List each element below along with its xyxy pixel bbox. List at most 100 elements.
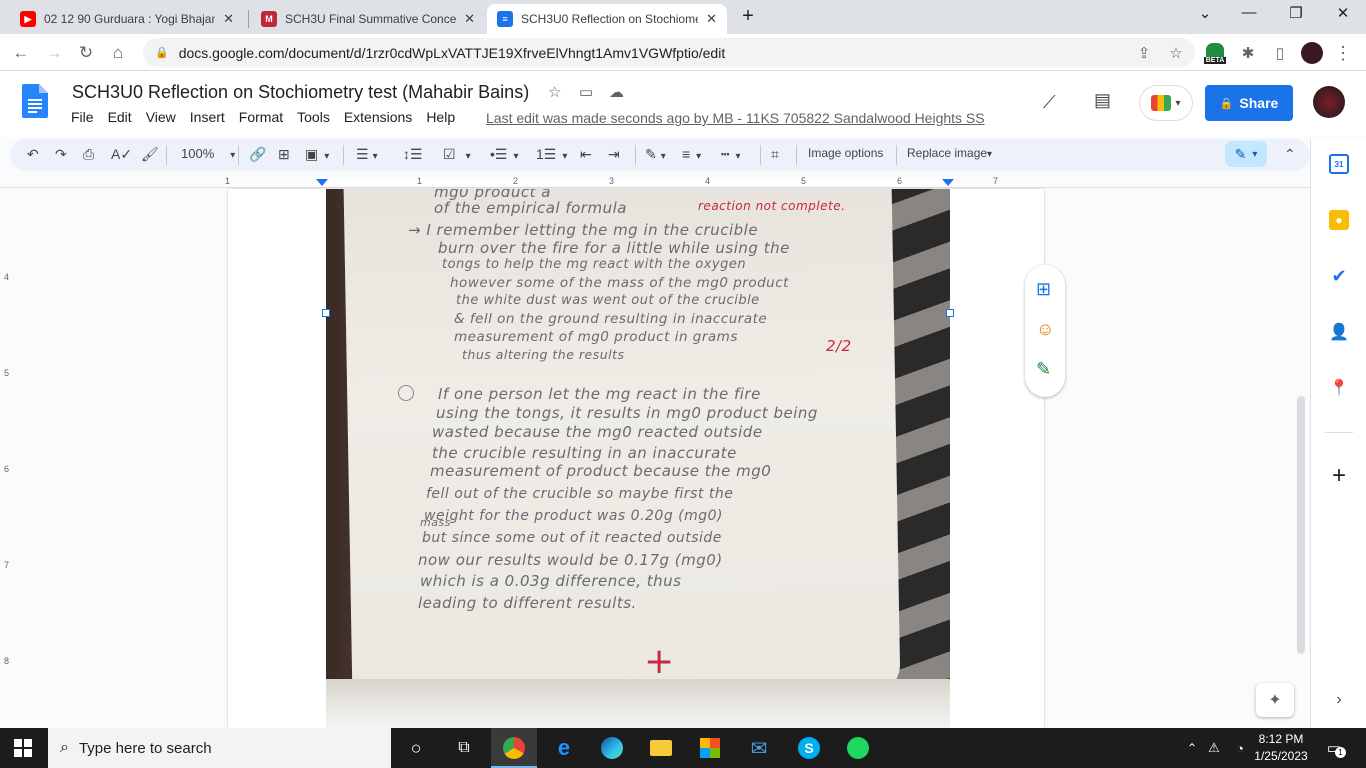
image-options-button[interactable]: Image options [808, 146, 883, 160]
taskbar-chrome-active[interactable] [491, 728, 537, 768]
spotify-icon[interactable] [844, 734, 872, 762]
menu-file[interactable]: File [71, 109, 94, 125]
last-edit-link[interactable]: Last edit was made seconds ago by MB - 1… [486, 110, 985, 126]
align-icon[interactable]: ☰ ▾ [356, 146, 378, 163]
add-comment-icon[interactable]: ⊞ [1036, 279, 1051, 300]
restore-icon[interactable]: ❐ [1281, 4, 1311, 22]
skype-icon[interactable]: S [795, 734, 823, 762]
tab-docs-active[interactable]: ≡ SCH3U0 Reflection on Stochiome ✕ [487, 4, 727, 34]
menu-insert[interactable]: Insert [190, 109, 225, 125]
tab-search-icon[interactable]: ⌄ [1190, 4, 1220, 22]
bulleted-list-icon[interactable]: •☰ ▾ [490, 146, 518, 163]
border-weight-icon[interactable]: ≡ ▾ [682, 146, 701, 162]
menu-tools[interactable]: Tools [297, 109, 330, 125]
increase-indent-icon[interactable]: ⇥ [608, 146, 620, 163]
zoom-select[interactable]: 100% ▾ [181, 146, 235, 161]
cloud-status-icon[interactable]: ☁ [609, 83, 624, 101]
star-icon[interactable]: ☆ [548, 83, 561, 101]
edge-icon[interactable] [598, 734, 626, 762]
address-bar[interactable]: 🔒 docs.google.com/document/d/1rzr0cdWpLx… [143, 38, 1195, 67]
chevron-right-icon[interactable]: › [1329, 690, 1349, 710]
home-icon[interactable]: ⌂ [105, 40, 131, 66]
browser-menu-icon[interactable]: ⋮ [1330, 40, 1356, 66]
task-view-icon[interactable]: ⧉ [450, 734, 478, 762]
insert-image-icon[interactable]: ▣ ▾ [305, 146, 329, 163]
link-icon[interactable]: 🔗 [249, 146, 266, 163]
close-icon[interactable]: ✕ [464, 11, 475, 27]
close-icon[interactable]: ✕ [706, 11, 717, 27]
numbered-list-icon[interactable]: 1☰ ▾ [536, 146, 567, 163]
suggest-edits-icon[interactable]: ✎ [1036, 359, 1051, 380]
keep-icon[interactable]: ● [1329, 210, 1349, 230]
right-indent-marker[interactable] [942, 179, 954, 186]
cortana-icon[interactable]: ○ [402, 734, 430, 762]
border-color-icon[interactable]: ✎ ▾ [645, 146, 666, 163]
collapse-menus-icon[interactable]: ⌃ [1284, 146, 1296, 163]
tab-summative[interactable]: M SCH3U Final Summative Concept ✕ [251, 4, 485, 34]
print-icon[interactable]: ⎙ [83, 146, 94, 163]
resize-handle[interactable] [322, 309, 330, 317]
share-button[interactable]: 🔒 Share [1205, 85, 1293, 121]
taskbar-clock[interactable]: 8:12 PM 1/25/2023 [1254, 731, 1308, 765]
editing-mode-button[interactable]: ✎ ▾ [1225, 141, 1267, 167]
border-dash-icon[interactable]: ┅ ▾ [721, 146, 740, 163]
embedded-handwritten-photo[interactable]: mg0 product a of the empirical formula r… [326, 189, 950, 728]
extensions-puzzle-icon[interactable]: ✱ [1235, 40, 1261, 66]
bookmark-star-icon[interactable]: ☆ [1163, 40, 1189, 66]
explore-button[interactable]: ✦ [1256, 683, 1294, 717]
side-panel-icon[interactable]: ▯ [1267, 40, 1293, 66]
notifications-icon[interactable]: ▭ 1 [1320, 734, 1348, 762]
profile-avatar[interactable] [1299, 40, 1325, 66]
tab-youtube[interactable]: ▶ 02 12 90 Gurduara : Yogi Bhajan | ✕ [10, 4, 244, 34]
decrease-indent-icon[interactable]: ⇤ [580, 146, 592, 163]
left-indent-marker[interactable] [316, 179, 328, 186]
menu-help[interactable]: Help [426, 109, 455, 125]
move-folder-icon[interactable]: ▭ [579, 83, 593, 101]
menu-extensions[interactable]: Extensions [344, 109, 412, 125]
scrollbar-thumb[interactable] [1297, 396, 1305, 654]
account-avatar[interactable] [1313, 86, 1345, 118]
redo-icon[interactable]: ↷ [55, 146, 67, 163]
docs-logo-icon[interactable] [22, 84, 48, 118]
activity-trend-icon[interactable]: ⟋ [1043, 92, 1056, 113]
reload-icon[interactable]: ↻ [73, 40, 99, 66]
comment-history-icon[interactable]: ▤ [1094, 90, 1111, 111]
menu-edit[interactable]: Edit [108, 109, 132, 125]
replace-image-button[interactable]: Replace image▾ [907, 146, 992, 160]
windows-start-icon[interactable] [14, 739, 32, 757]
maps-icon[interactable]: 📍 [1329, 378, 1349, 398]
extension-beta-icon[interactable]: BETA [1202, 40, 1228, 66]
network-warning-icon[interactable]: ⚠ [1200, 734, 1228, 762]
close-icon[interactable]: ✕ [223, 11, 234, 27]
undo-icon[interactable]: ↶ [27, 146, 39, 163]
minimize-icon[interactable]: — [1234, 4, 1264, 21]
share-page-icon[interactable]: ⇪ [1131, 40, 1157, 66]
ruler-number: 3 [609, 176, 615, 186]
file-explorer-icon[interactable] [647, 734, 675, 762]
mail-icon[interactable]: ✉ [745, 734, 773, 762]
paint-format-icon[interactable]: 🖌 [141, 146, 159, 163]
meet-button[interactable]: ▾ [1139, 85, 1193, 121]
back-icon[interactable]: ← [8, 40, 34, 66]
spellcheck-icon[interactable]: A✓ [111, 146, 132, 163]
line-spacing-icon[interactable]: ↕☰ [403, 146, 423, 163]
checklist-icon[interactable]: ☑ ▾ [443, 146, 471, 163]
window-close-icon[interactable]: ✕ [1328, 4, 1358, 22]
wifi-icon[interactable]: ◔ [1226, 734, 1254, 762]
resize-handle[interactable] [946, 309, 954, 317]
add-addon-icon[interactable]: + [1329, 462, 1349, 489]
menu-view[interactable]: View [146, 109, 176, 125]
menu-format[interactable]: Format [239, 109, 283, 125]
tasks-icon[interactable]: ✔ [1329, 266, 1349, 286]
store-icon[interactable] [696, 734, 724, 762]
crop-icon[interactable]: ⌗ [771, 146, 779, 163]
forward-icon[interactable]: → [41, 40, 67, 66]
add-comment-icon[interactable]: ⊞ [278, 146, 290, 163]
document-title[interactable]: SCH3U0 Reflection on Stochiometry test (… [72, 82, 529, 103]
contacts-icon[interactable]: 👤 [1329, 322, 1349, 342]
internet-explorer-icon[interactable]: e [550, 734, 578, 762]
calendar-icon[interactable]: 31 [1329, 154, 1349, 174]
emoji-reaction-icon[interactable]: ☺ [1036, 319, 1054, 340]
new-tab-icon[interactable]: + [733, 5, 763, 28]
taskbar-search-box[interactable]: ⌕ Type here to search [48, 728, 391, 768]
